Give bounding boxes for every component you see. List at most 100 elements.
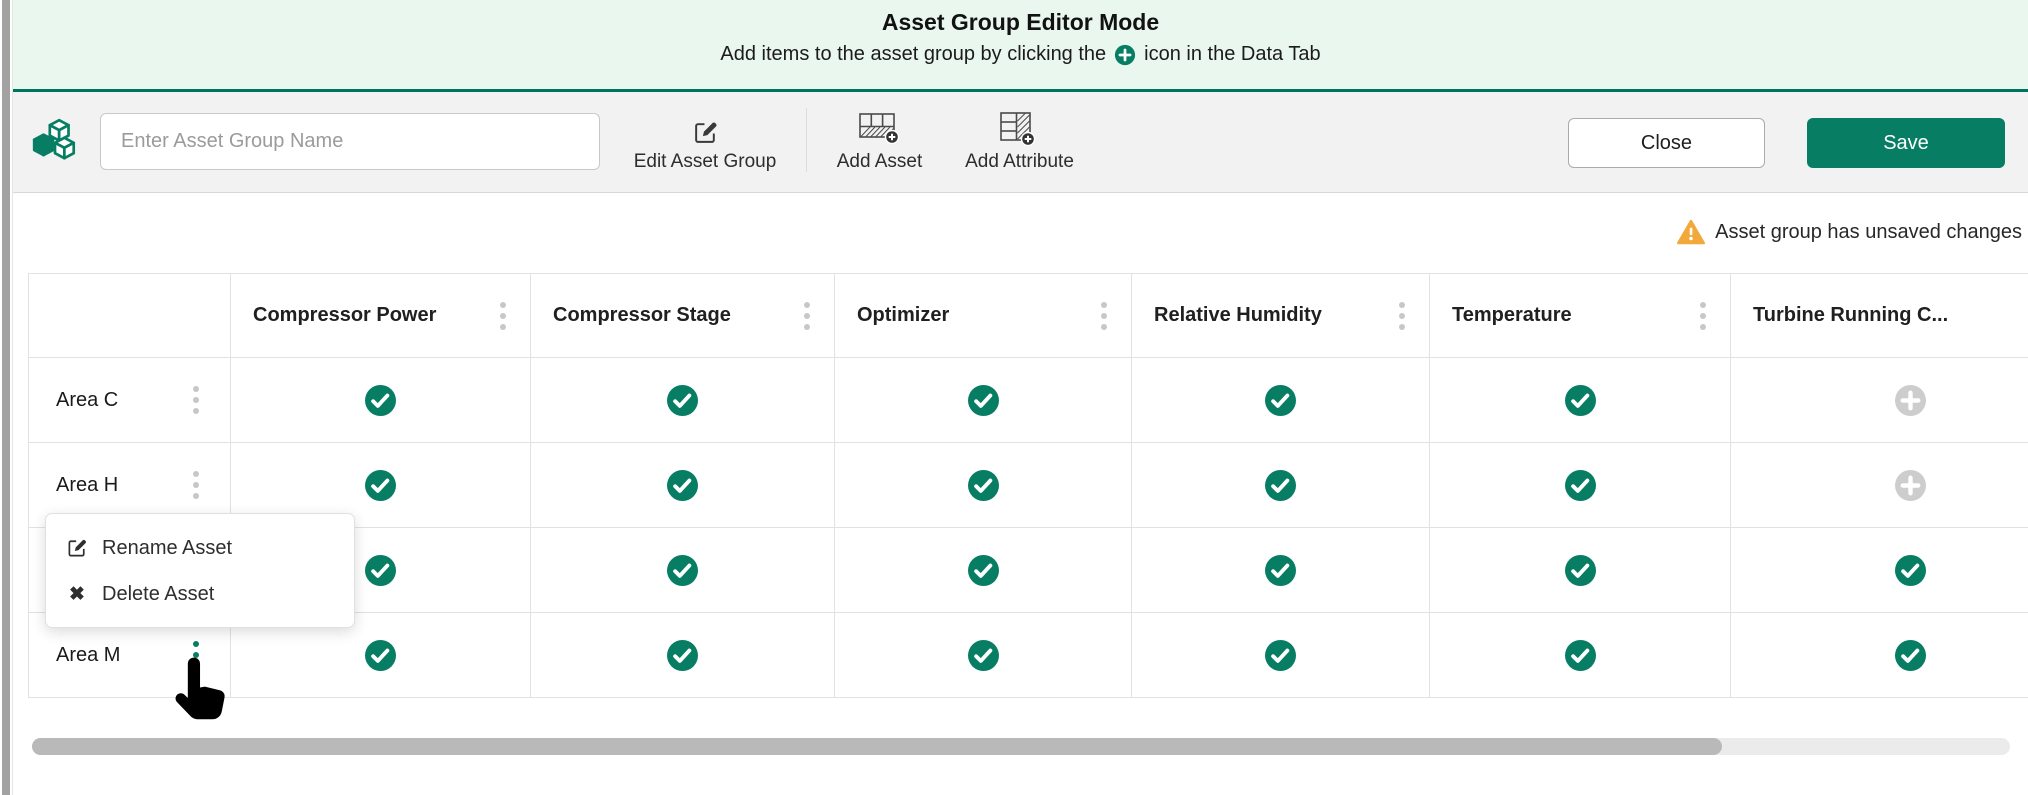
add-column-table-icon bbox=[1000, 116, 1040, 146]
column-header-label: Temperature bbox=[1452, 304, 1572, 327]
check-circle-icon bbox=[1265, 470, 1296, 501]
column-kebab-menu-icon[interactable] bbox=[1700, 302, 1706, 330]
column-header: Relative Humidity bbox=[1131, 274, 1429, 357]
delete-x-icon: ✖ bbox=[66, 583, 88, 605]
attribute-cell[interactable] bbox=[834, 443, 1131, 527]
check-circle-icon bbox=[667, 555, 698, 586]
attribute-cell[interactable] bbox=[1131, 358, 1429, 442]
column-kebab-menu-icon[interactable] bbox=[804, 302, 810, 330]
attribute-cell[interactable] bbox=[530, 613, 834, 697]
check-circle-icon bbox=[365, 385, 396, 416]
add-row-table-icon bbox=[858, 116, 902, 146]
check-circle-icon bbox=[968, 385, 999, 416]
attribute-cell[interactable] bbox=[530, 528, 834, 612]
asset-group-cubes-icon bbox=[30, 116, 80, 168]
attribute-cell[interactable] bbox=[834, 528, 1131, 612]
column-header: Compressor Stage bbox=[530, 274, 834, 357]
edit-asset-group-label: Edit Asset Group bbox=[634, 151, 777, 173]
column-header-label: Relative Humidity bbox=[1154, 304, 1322, 327]
plus-circle-icon bbox=[1114, 44, 1136, 66]
column-header-label: Optimizer bbox=[857, 304, 949, 327]
horizontal-scrollbar-thumb[interactable] bbox=[32, 738, 1722, 755]
column-kebab-menu-icon[interactable] bbox=[1399, 302, 1405, 330]
check-circle-icon bbox=[667, 385, 698, 416]
menu-item-rename-asset[interactable]: Rename Asset bbox=[46, 525, 354, 571]
asset-group-name-input[interactable] bbox=[100, 113, 600, 170]
save-button[interactable]: Save bbox=[1807, 118, 2005, 168]
banner-subtitle: Add items to the asset group by clicking… bbox=[720, 43, 1320, 66]
plus-circle-gray-icon bbox=[1895, 470, 1926, 501]
attribute-cell[interactable] bbox=[230, 358, 530, 442]
subtitle-suffix: icon in the Data Tab bbox=[1144, 43, 1320, 66]
check-circle-icon bbox=[968, 470, 999, 501]
asset-context-menu: Rename Asset ✖ Delete Asset bbox=[45, 513, 355, 628]
column-header: Temperature bbox=[1429, 274, 1730, 357]
column-header-label: Compressor Power bbox=[253, 304, 436, 327]
row-header-spacer bbox=[28, 274, 230, 357]
asset-group-table: Compressor Power Compressor Stage Optimi… bbox=[28, 273, 2028, 698]
attribute-cell[interactable] bbox=[530, 443, 834, 527]
check-circle-icon bbox=[365, 640, 396, 671]
menu-item-label: Rename Asset bbox=[102, 537, 232, 560]
check-circle-icon bbox=[1895, 555, 1926, 586]
plus-circle-gray-icon bbox=[1895, 385, 1926, 416]
check-circle-icon bbox=[1265, 640, 1296, 671]
column-header: Optimizer bbox=[834, 274, 1131, 357]
close-button[interactable]: Close bbox=[1568, 118, 1765, 168]
check-circle-icon bbox=[1565, 385, 1596, 416]
menu-item-label: Delete Asset bbox=[102, 583, 214, 606]
attribute-cell[interactable] bbox=[1131, 613, 1429, 697]
hand-pointer-cursor bbox=[166, 654, 230, 724]
editor-mode-banner: Asset Group Editor Mode Add items to the… bbox=[13, 0, 2028, 92]
attribute-cell[interactable] bbox=[834, 613, 1131, 697]
attribute-cell[interactable] bbox=[1429, 358, 1730, 442]
row-label: Area H bbox=[56, 474, 118, 497]
add-asset-button[interactable]: Add Asset bbox=[822, 116, 937, 173]
toolbar-divider bbox=[806, 108, 807, 172]
check-circle-icon bbox=[667, 640, 698, 671]
check-circle-icon bbox=[968, 640, 999, 671]
attribute-cell[interactable] bbox=[1730, 528, 2028, 612]
check-circle-icon bbox=[365, 555, 396, 586]
attribute-cell[interactable] bbox=[1131, 528, 1429, 612]
edit-pencil-square-icon bbox=[692, 116, 719, 146]
column-header: Compressor Power bbox=[230, 274, 530, 357]
check-circle-icon bbox=[968, 555, 999, 586]
check-circle-icon bbox=[1895, 640, 1926, 671]
add-attribute-label: Add Attribute bbox=[965, 151, 1074, 173]
attribute-cell[interactable] bbox=[1429, 613, 1730, 697]
column-header: Turbine Running C... bbox=[1730, 274, 2028, 357]
attribute-cell[interactable] bbox=[1131, 443, 1429, 527]
row-kebab-menu-icon[interactable] bbox=[193, 386, 199, 414]
menu-item-delete-asset[interactable]: ✖ Delete Asset bbox=[46, 571, 354, 617]
attribute-cell[interactable] bbox=[1429, 528, 1730, 612]
check-circle-icon bbox=[365, 470, 396, 501]
table-row: Area C bbox=[28, 358, 2028, 443]
rename-pencil-icon bbox=[66, 537, 88, 559]
attribute-cell[interactable] bbox=[834, 358, 1131, 442]
subtitle-prefix: Add items to the asset group by clicking… bbox=[720, 43, 1106, 66]
row-kebab-menu-icon[interactable] bbox=[193, 471, 199, 499]
check-circle-icon bbox=[1565, 470, 1596, 501]
left-vertical-scrollbar[interactable] bbox=[2, 0, 10, 795]
attribute-cell[interactable] bbox=[530, 358, 834, 442]
column-kebab-menu-icon[interactable] bbox=[1101, 302, 1107, 330]
attribute-cell[interactable] bbox=[1429, 443, 1730, 527]
check-circle-icon bbox=[1265, 555, 1296, 586]
edit-asset-group-button[interactable]: Edit Asset Group bbox=[615, 116, 795, 173]
column-kebab-menu-icon[interactable] bbox=[500, 302, 506, 330]
attribute-cell[interactable] bbox=[1730, 358, 2028, 442]
attribute-cell[interactable] bbox=[1730, 613, 2028, 697]
page-title: Asset Group Editor Mode bbox=[882, 9, 1159, 36]
check-circle-icon bbox=[667, 470, 698, 501]
column-header-label: Compressor Stage bbox=[553, 304, 731, 327]
check-circle-icon bbox=[1565, 640, 1596, 671]
row-label: Area M bbox=[56, 644, 120, 667]
row-label: Area C bbox=[56, 389, 118, 412]
add-attribute-button[interactable]: Add Attribute bbox=[947, 116, 1092, 173]
attribute-cell[interactable] bbox=[1730, 443, 2028, 527]
unsaved-changes-alert: Asset group has unsaved changes bbox=[1677, 219, 2022, 245]
column-header-label: Turbine Running C... bbox=[1753, 304, 1948, 327]
check-circle-icon bbox=[1565, 555, 1596, 586]
check-circle-icon bbox=[1265, 385, 1296, 416]
